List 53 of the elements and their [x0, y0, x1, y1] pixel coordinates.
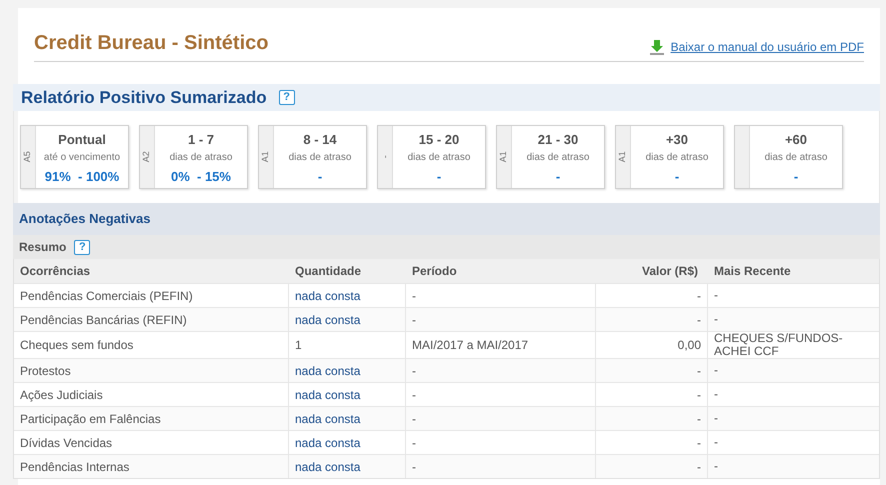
rating-tag: A1	[497, 126, 512, 188]
help-icon[interactable]: ?	[278, 90, 295, 105]
range-label: +60	[784, 131, 808, 149]
range-caption: até o vencimento	[44, 150, 120, 164]
range-value: -	[674, 168, 680, 186]
section-title: Anotações Negativas	[19, 210, 150, 228]
range-caption: dias de atraso	[170, 150, 232, 164]
range-value: -	[794, 168, 798, 186]
rating-tag	[735, 126, 750, 188]
range-label: 8 - 14	[303, 131, 337, 149]
table-cell: -	[406, 455, 596, 478]
range-value: -	[318, 168, 322, 186]
download-icon	[648, 39, 665, 55]
table-cell-text: -	[713, 434, 719, 451]
table-cell-text: -	[713, 386, 719, 403]
range-label: 15 - 20	[418, 131, 460, 149]
range-value: -	[556, 168, 560, 186]
table-cell-text: -	[713, 311, 719, 328]
range-label: +30	[666, 131, 688, 149]
help-icon[interactable]: ?	[74, 240, 90, 254]
table-cell: -	[596, 455, 708, 478]
column-header: Ocorrências	[19, 263, 92, 280]
range-value: 0% - 15%	[171, 168, 231, 186]
range-caption: dias de atraso	[288, 150, 352, 164]
rating-tag: A1	[616, 126, 631, 188]
column-header: Valor (R$)	[640, 263, 699, 280]
rating-tag: A2	[140, 126, 155, 188]
table-cell-text: CHEQUES S/FUNDOS-ACHEI CCF	[713, 332, 844, 358]
table-cell-text: -	[713, 287, 719, 304]
range-caption: dias de atraso	[526, 150, 590, 164]
range-caption: dias de atraso	[764, 150, 828, 164]
table-cell: nada consta	[289, 455, 406, 478]
table-cell-text: -	[713, 362, 719, 379]
table-cell-text: -	[713, 410, 719, 427]
manual-link[interactable]: Baixar o manual do usuário em PDF	[648, 38, 864, 56]
subsection-title: Resumo	[19, 239, 66, 256]
column-header: Quantidade	[294, 263, 362, 280]
range-caption: dias de atraso	[646, 150, 708, 164]
range-value: 91% - 100%	[44, 168, 120, 186]
range-value: -	[436, 168, 442, 186]
rating-tag: -	[378, 126, 393, 188]
page-title: Credit Bureau - Sintético	[34, 31, 268, 56]
rating-tag: A1	[259, 126, 274, 188]
column-header: Período	[411, 263, 458, 280]
table-cell: Pendências Internas	[14, 455, 289, 478]
range-label: Pontual	[58, 131, 106, 149]
range-caption: dias de atraso	[408, 150, 470, 164]
column-header: Mais Recente	[713, 263, 792, 280]
section-title: Relatório Positivo Sumarizado	[21, 86, 267, 109]
range-label: 21 - 30	[538, 131, 578, 149]
rating-tag: A5	[21, 126, 36, 188]
range-label: 1 - 7	[188, 131, 214, 149]
table-cell-text: -	[713, 458, 719, 475]
